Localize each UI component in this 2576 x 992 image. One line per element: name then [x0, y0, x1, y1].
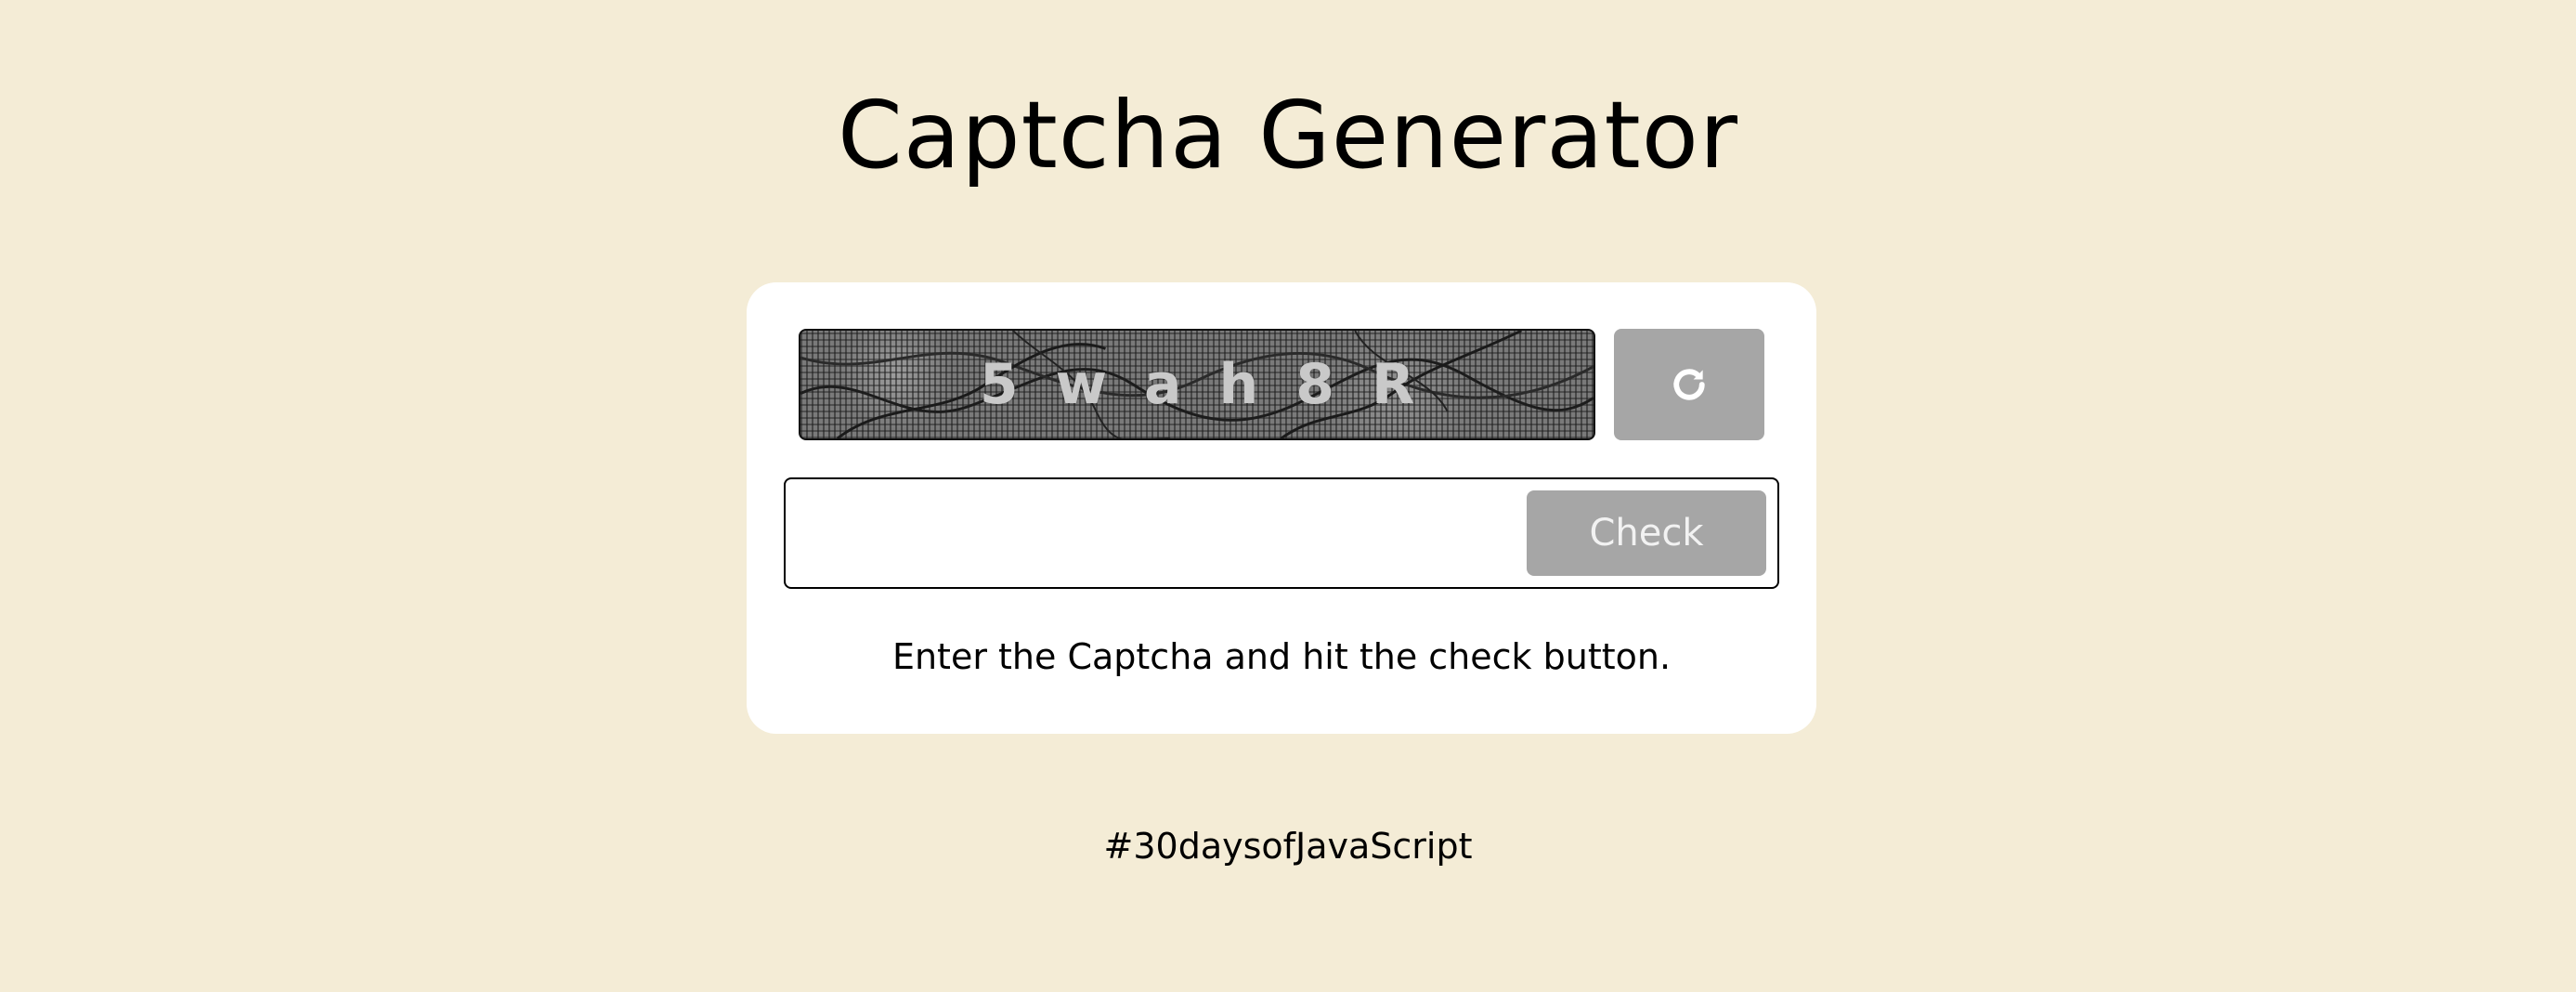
refresh-icon: [1673, 369, 1705, 400]
page-title: Captcha Generator: [837, 81, 1739, 189]
refresh-captcha-button[interactable]: [1614, 329, 1764, 440]
captcha-text: 5wah8R: [979, 352, 1452, 417]
footer-hashtag: #30daysofJavaScript: [1103, 826, 1473, 867]
captcha-card: 5wah8R Check Enter the Captcha and hit t…: [747, 282, 1816, 734]
status-message: Enter the Captcha and hit the check butt…: [891, 636, 1672, 677]
check-button[interactable]: Check: [1527, 490, 1766, 576]
captcha-input-row: Check: [784, 477, 1779, 589]
captcha-image: 5wah8R: [799, 329, 1595, 440]
captcha-input[interactable]: [804, 492, 1529, 574]
